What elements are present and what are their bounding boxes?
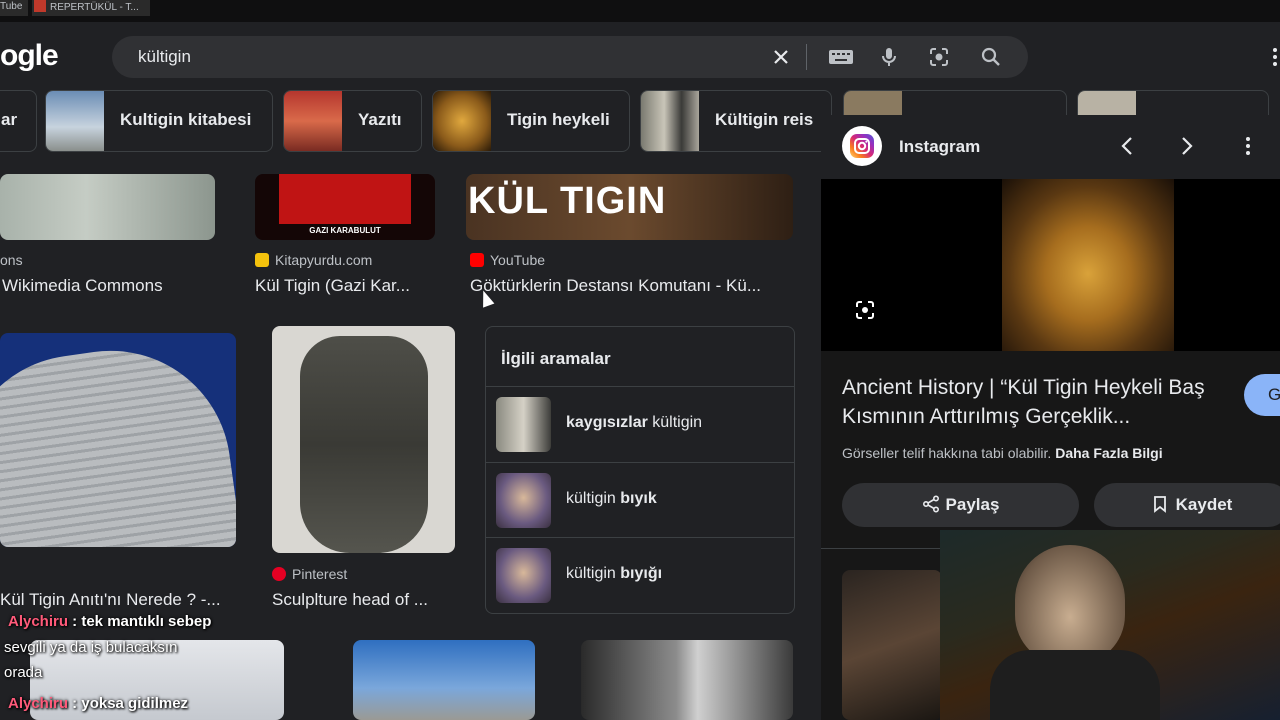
result-image[interactable] [0,174,215,240]
video-thumbnail-text: KÜL TIGIN [468,180,667,222]
chip-ar[interactable]: ar [0,90,37,152]
instagram-logo [850,134,874,158]
pinterest-icon [272,567,286,581]
result-image[interactable] [0,333,236,547]
keyboard-icon[interactable] [828,46,854,68]
chat-message: orada [4,664,43,681]
panel-header [821,115,1280,179]
result-image[interactable]: KÜL TIGIN [466,174,793,240]
related-searches-heading: İlgili aramalar [501,349,611,368]
chat-message: Alychiru : tek mantıklı sebep [8,613,212,630]
related-search-item[interactable]: kültigin bıyık [486,462,794,538]
microphone-icon[interactable] [878,46,900,68]
chip-label: Kultigin kitabesi [120,110,252,129]
chip-thumbnail [641,91,699,151]
tab-label: REPERTÜKÜL - T... [50,2,139,13]
preview-image[interactable] [1002,179,1174,351]
result-source-label: Pinterest [292,566,348,582]
result-image[interactable] [353,640,535,720]
tab-favicon-icon [34,0,46,12]
search-input[interactable]: kültigin [138,47,191,67]
related-search-text: kaygısızlar kültigin [566,414,703,431]
related-search-text: kültigin bıyığı [566,565,663,582]
youtube-icon [470,253,484,267]
chat-message: sevgili ya da iş bulacaksın [4,639,178,656]
copyright-notice: Görseller telif hakkına tabi olabilir. D… [842,445,1163,461]
chip-kultigin-kitabesi[interactable]: Kultigin kitabesi [45,90,273,152]
chip-label: Yazıtı [358,110,402,129]
result-source: Pinterest [272,566,347,582]
result-source: Kitapyurdu.com [255,252,372,268]
book-cover-author: GAZI KARABULUT [309,226,381,235]
related-thumbnail [496,548,551,603]
chip-thumbnail [284,91,342,151]
streamer-body [990,650,1160,720]
result-title[interactable]: Wikimedia Commons [2,276,163,296]
result-source-label: Kitapyurdu.com [275,252,373,268]
visit-button[interactable]: G [1244,374,1280,416]
result-title[interactable]: Kül Tigin (Gazi Kar... [255,276,410,296]
search-icon[interactable] [980,46,1002,68]
browser-tab[interactable]: Tube [0,0,28,16]
browser-tab[interactable]: REPERTÜKÜL - T... [32,0,150,16]
more-options-icon[interactable] [1243,134,1253,165]
related-search-item[interactable]: kaygısızlar kültigin [486,386,794,462]
related-thumbnail [496,473,551,528]
result-source-label: YouTube [490,252,546,268]
chip-thumbnail [46,91,104,151]
result-image[interactable]: GAZI KARABULUT [255,174,435,240]
kitapyurdu-icon [255,253,269,267]
more-info-link[interactable]: Daha Fazla Bilgi [1055,445,1162,461]
share-icon [922,495,939,513]
chat-message: Alychiru : yoksa gidilmez [8,695,189,712]
lens-icon[interactable] [928,46,950,68]
share-button[interactable]: Paylaş [842,483,1079,527]
next-icon[interactable] [1178,134,1196,165]
panel-site-name[interactable]: Instagram [899,137,980,157]
result-image[interactable] [272,326,455,553]
result-title[interactable]: Göktürklerin Destansı Komutanı - Kü... [470,276,761,296]
result-image[interactable] [581,640,793,720]
result-title[interactable]: Sculplture head of ... [272,590,428,610]
related-searches-card: İlgili aramalar kaygısızlar kültigin kül… [485,326,795,614]
streamer-webcam [940,530,1280,720]
tab-label: Tube [0,1,23,12]
related-search-item[interactable]: kültigin bıyığı [486,537,794,613]
result-source: YouTube [470,252,545,268]
more-options-icon[interactable] [1270,46,1280,68]
chip-label: ar [1,110,18,129]
stone-monument [0,335,236,547]
previous-icon[interactable] [1118,134,1136,165]
chip-label: Tigin heykeli [507,110,610,129]
lens-search-icon[interactable] [851,296,879,324]
preview-title[interactable]: Ancient History | “Kül Tigin Heykeli Baş… [842,373,1222,431]
sculpture-head [300,336,428,553]
chip-thumbnail [433,91,491,151]
divider [806,44,807,70]
browser-tab-bar [0,0,1280,22]
result-source: ons [0,252,23,268]
save-button[interactable]: Kaydet [1094,483,1280,527]
chip-tigin-heykeli[interactable]: Tigin heykeli [432,90,630,152]
bookmark-icon [1153,496,1166,513]
book-cover-red [279,174,411,224]
chip-kultigin-reis[interactable]: Kültigin reis [640,90,832,152]
related-search-text: kültigin bıyık [566,490,657,507]
close-icon[interactable] [770,46,792,68]
chip-label: Kültigin reis [715,110,814,129]
related-thumbnail [496,397,551,452]
chip-yaziti[interactable]: Yazıtı [283,90,422,152]
streamer-face [1015,545,1125,665]
google-logo[interactable]: ogle [0,39,59,73]
related-image[interactable] [842,570,942,720]
result-title[interactable]: Kül Tigin Anıtı'nı Nerede ? -... [0,590,221,610]
